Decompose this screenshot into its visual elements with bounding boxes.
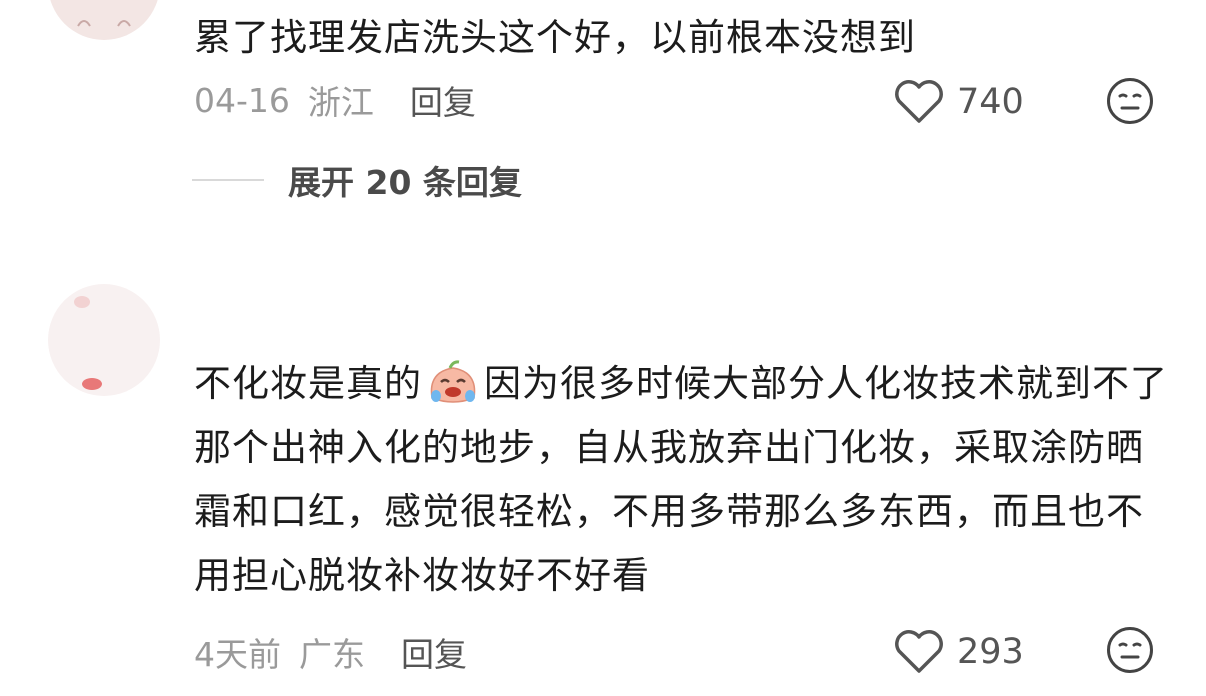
comment-text-part: 不化妆是真的 [194,362,422,405]
crying-laughing-emoji-icon [430,360,476,403]
comment-text: 不化妆是真的 因为很多时候大部分人化妆技术就到不了那个出神入化的地步，自从我放弃… [194,352,1174,608]
comment-meta: 04-16 浙江 回复 [194,70,476,130]
comment-meta: 4天前 广东 回复 [194,622,467,682]
heart-outline-icon [895,630,943,673]
divider-line [192,179,264,181]
comment-avatar[interactable] [48,284,160,396]
expand-replies-label: 展开 20 条回复 [288,163,522,202]
like-button[interactable]: 740 [893,72,1024,132]
neutral-face-icon[interactable] [1106,77,1154,125]
heart-outline-icon [895,80,943,123]
like-count: 740 [957,82,1024,122]
reply-button[interactable]: 回复 [410,76,476,124]
comment-location: 浙江 [307,83,374,122]
comment-date: 04-16 [194,80,290,120]
comment-text: 累了找理发店洗头这个好，以前根本没想到 [194,16,916,59]
neutral-face-icon[interactable] [1106,626,1154,674]
like-button[interactable]: 293 [893,622,1024,682]
like-count: 293 [957,632,1024,672]
comment-avatar[interactable] [48,0,160,40]
reply-button[interactable]: 回复 [401,628,467,676]
comment-date: 4天前 [194,635,281,674]
comment-location: 广东 [299,635,365,674]
expand-replies-button[interactable]: 展开 20 条回复 [192,150,522,210]
